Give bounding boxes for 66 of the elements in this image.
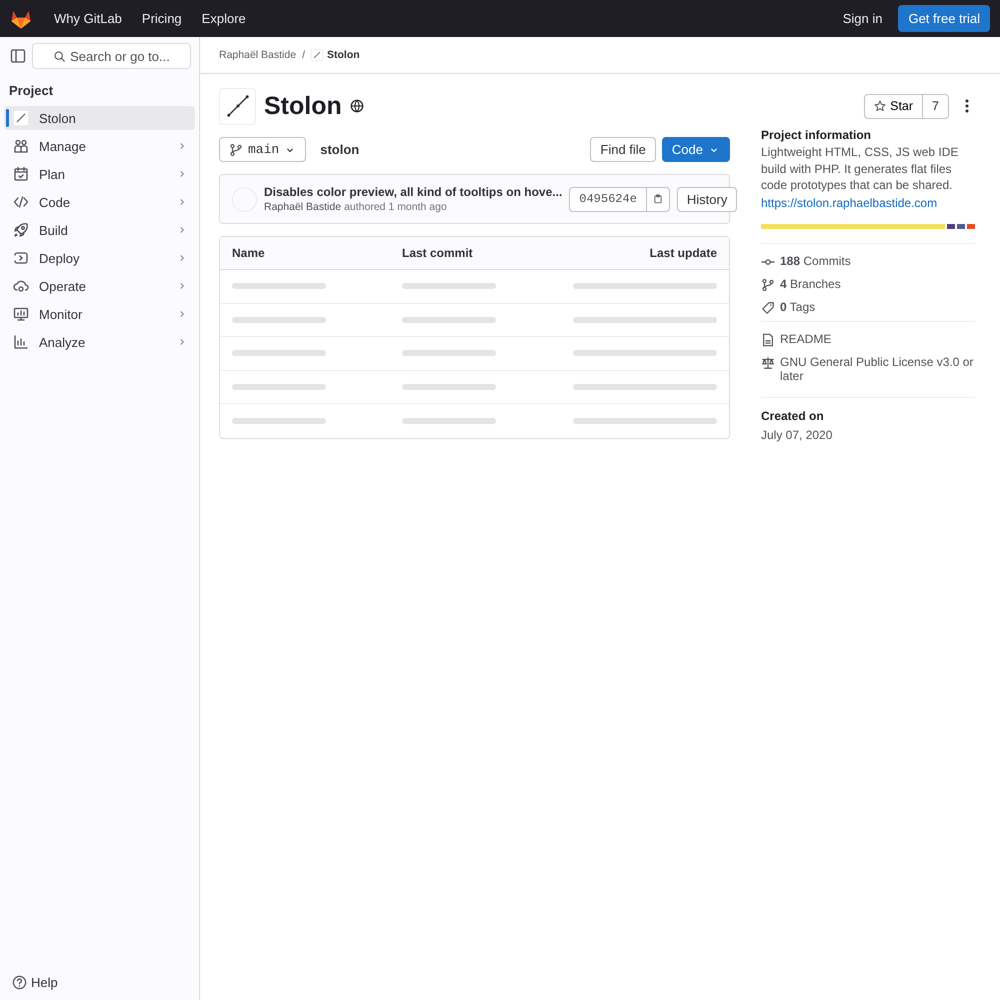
clipboard-icon (652, 192, 663, 206)
column-header: Name (232, 246, 266, 260)
globe-icon (350, 99, 364, 113)
sidebar-item[interactable]: Code (4, 190, 195, 214)
line-icon (224, 93, 250, 119)
breadcrumb-link[interactable]: Stolon (326, 49, 360, 61)
section-heading: Project (8, 82, 54, 100)
document-icon (761, 332, 775, 346)
created-date: July 07, 2020 (761, 428, 834, 442)
file-link[interactable]: README (780, 332, 832, 346)
sign-in-link[interactable]: Sign in (834, 7, 890, 30)
sidebar-item[interactable]: Analyze (4, 330, 195, 354)
sidebar-item[interactable]: Deploy (4, 246, 195, 270)
nav-link[interactable]: Pricing (134, 7, 190, 30)
code-icon (13, 194, 29, 210)
rocket-icon (13, 222, 29, 238)
scale-icon (761, 356, 775, 370)
commit-time: authored 1 month ago (344, 201, 447, 213)
search-icon (53, 50, 66, 62)
commit-message-link[interactable]: Disables color preview, all kind of tooltips on hove... (264, 185, 562, 199)
stat-link[interactable]: 188 Commits (780, 254, 851, 268)
commit-sha: 0495624e (578, 191, 638, 208)
project-description: Lightweight HTML, CSS, JS web IDE build with PHP. It generates flat files code prototypes that can be shared. (761, 144, 960, 194)
repository-path: stolon (320, 142, 360, 157)
sidebar-toggle-icon[interactable] (10, 48, 26, 64)
breadcrumb-separator: / (302, 49, 305, 61)
sidebar-item[interactable]: Operate (4, 274, 195, 298)
branch-icon (229, 142, 243, 156)
free-trial-button[interactable]: Get free trial (898, 5, 990, 32)
users-icon (13, 138, 29, 154)
file-link[interactable]: GNU General Public License v3.0 or later (780, 354, 975, 382)
column-header: Last commit (402, 246, 474, 260)
breadcrumb-link[interactable]: Raphaël Bastide (219, 49, 296, 61)
find-file-button[interactable]: Find file (590, 137, 656, 162)
bar-chart-icon (13, 334, 29, 350)
created-label: Created on (761, 408, 825, 422)
calendar-icon (13, 166, 29, 182)
project-title: Stolon (264, 92, 342, 120)
tag-icon (761, 300, 775, 314)
sidebar-item[interactable]: Plan (4, 162, 195, 186)
history-button[interactable]: History (676, 186, 738, 212)
author-link[interactable]: Raphaël Bastide (264, 201, 342, 213)
cloud-gear-icon (13, 278, 29, 294)
star-count[interactable]: 7 (923, 94, 948, 118)
branch-icon (761, 278, 775, 292)
sidebar-item[interactable]: Stolon (4, 106, 195, 130)
star-button[interactable]: Star (865, 94, 924, 118)
nav-link[interactable]: Why GitLab (46, 7, 130, 30)
section-heading: Project information (761, 128, 872, 142)
deploy-icon (13, 250, 29, 266)
help-icon (12, 975, 27, 990)
sidebar-item[interactable]: Build (4, 218, 195, 242)
line-icon (310, 49, 323, 61)
stat-link[interactable]: 4 Branches (780, 276, 841, 290)
website-link[interactable]: https://stolon.raphaelbastide.com (761, 196, 938, 210)
help-link[interactable]: Help (4, 971, 195, 994)
star-icon (874, 100, 886, 112)
stat-link[interactable]: 0 Tags (780, 300, 816, 314)
nav-link[interactable]: Explore (194, 7, 254, 30)
branch-dropdown[interactable]: main (219, 137, 306, 162)
search-field[interactable]: Search or go to... (32, 43, 191, 69)
sidebar-item[interactable]: Manage (4, 134, 195, 158)
column-header: Last update (648, 246, 717, 260)
sidebar-item[interactable]: Monitor (4, 302, 195, 326)
code-dropdown[interactable]: Code (662, 137, 730, 162)
monitor-icon (13, 306, 29, 322)
